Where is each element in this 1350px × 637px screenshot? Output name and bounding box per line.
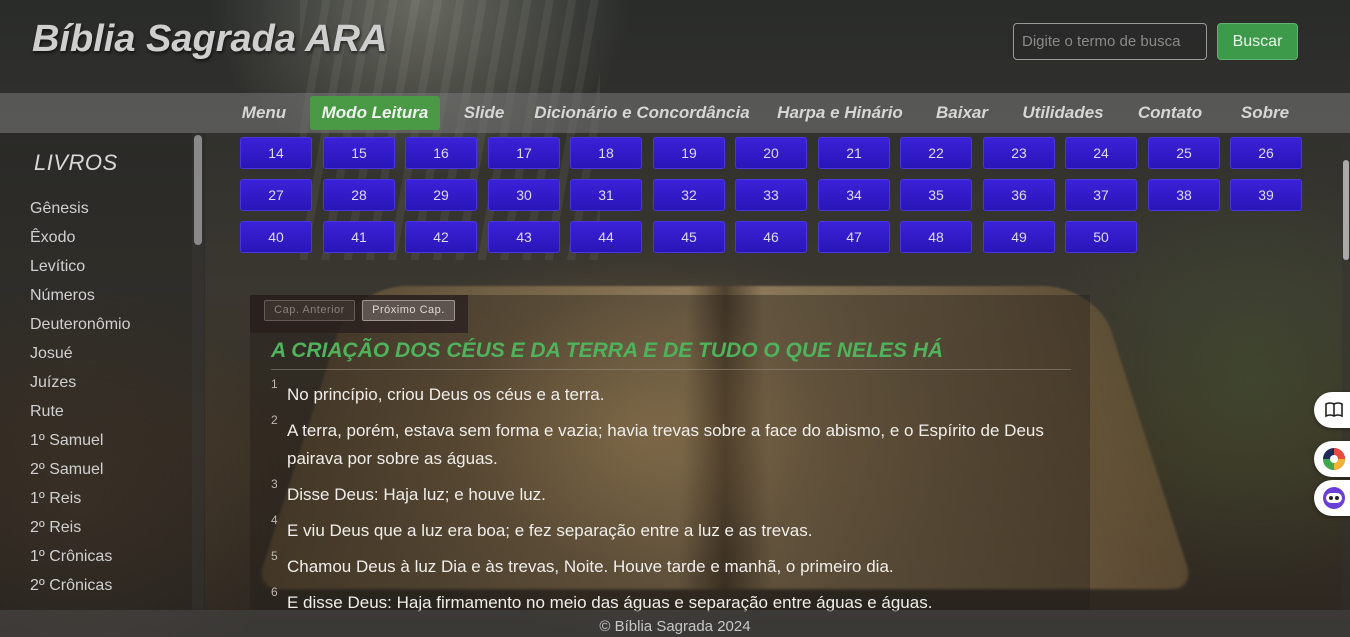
chapter-button[interactable]: 45 — [653, 221, 725, 253]
page-scrollbar-thumb[interactable] — [1343, 160, 1349, 260]
search-input[interactable] — [1013, 23, 1207, 60]
chapter-button[interactable]: 46 — [735, 221, 807, 253]
prev-chapter-button[interactable]: Cap. Anterior — [264, 300, 355, 321]
robot-face-icon — [1323, 487, 1345, 509]
chapter-button[interactable]: 21 — [818, 137, 890, 169]
chapter-button[interactable]: 37 — [1065, 179, 1137, 211]
book-item[interactable]: Rute — [30, 403, 131, 432]
verse: 1 No princípio, criou Deus os céus e a t… — [271, 377, 1061, 409]
section-heading: A CRIAÇÃO DOS CÉUS E DA TERRA E DE TUDO … — [271, 339, 1071, 370]
footer-text: © Bíblia Sagrada 2024 — [599, 618, 751, 635]
sidebar-title: LIVROS — [34, 150, 118, 175]
chapter-button[interactable]: 20 — [735, 137, 807, 169]
chapter-button[interactable]: 50 — [1065, 221, 1137, 253]
nav-dictionary[interactable]: Dicionário e Concordância — [532, 96, 752, 130]
assistant-widget[interactable] — [1314, 480, 1350, 516]
book-item[interactable]: Números — [30, 287, 131, 316]
chapter-button[interactable]: 26 — [1230, 137, 1302, 169]
chapter-button[interactable]: 35 — [900, 179, 972, 211]
verse-text: A terra, porém, estava sem forma e vazia… — [287, 421, 1044, 468]
verse-number: 6 — [271, 585, 278, 599]
chapter-button[interactable]: 17 — [488, 137, 560, 169]
chapter-button[interactable]: 29 — [405, 179, 477, 211]
book-item[interactable]: 2º Reis — [30, 519, 131, 548]
verse-number: 5 — [271, 549, 278, 563]
book-item[interactable]: Juízes — [30, 374, 131, 403]
main-nav: Menu Modo Leitura Slide Dicionário e Con… — [0, 93, 1350, 133]
chapter-button[interactable]: 47 — [818, 221, 890, 253]
chapter-button[interactable]: 30 — [488, 179, 560, 211]
verse-text: Chamou Deus à luz Dia e às trevas, Noite… — [287, 557, 894, 576]
color-palette-icon — [1323, 448, 1345, 470]
sidebar-scrollbar-thumb[interactable] — [194, 135, 202, 245]
verse-text: E viu Deus que a luz era boa; e fez sepa… — [287, 521, 813, 540]
chapter-button[interactable]: 18 — [570, 137, 642, 169]
chapter-button[interactable]: 25 — [1148, 137, 1220, 169]
book-item[interactable]: Deuteronômio — [30, 316, 131, 345]
books-sidebar: LIVROS Gênesis Êxodo Levítico Números De… — [0, 133, 205, 610]
nav-menu[interactable]: Menu — [232, 96, 296, 130]
verse-number: 1 — [271, 377, 278, 391]
verse: 5 Chamou Deus à luz Dia e às trevas, Noi… — [271, 549, 1061, 581]
chapter-button[interactable]: 48 — [900, 221, 972, 253]
chapter-button[interactable]: 16 — [405, 137, 477, 169]
chapter-button[interactable]: 33 — [735, 179, 807, 211]
chapter-button[interactable]: 42 — [405, 221, 477, 253]
book-item[interactable]: 2º Samuel — [30, 461, 131, 490]
book-item[interactable]: Josué — [30, 345, 131, 374]
verse-text: No princípio, criou Deus os céus e a ter… — [287, 385, 605, 404]
book-item[interactable]: 1º Samuel — [30, 432, 131, 461]
verse-number: 4 — [271, 513, 278, 527]
nav-slide[interactable]: Slide — [456, 96, 512, 130]
verse-text: Disse Deus: Haja luz; e houve luz. — [287, 485, 546, 504]
chapter-button[interactable]: 19 — [653, 137, 725, 169]
book-item[interactable]: Gênesis — [30, 200, 131, 229]
chapter-nav: Cap. Anterior Próximo Cap. — [250, 295, 468, 333]
chapter-button[interactable]: 31 — [570, 179, 642, 211]
nav-utilities[interactable]: Utilidades — [1016, 96, 1110, 130]
reader-widget[interactable] — [1314, 392, 1350, 428]
book-item[interactable]: 2º Crônicas — [30, 577, 131, 606]
next-chapter-button[interactable]: Próximo Cap. — [362, 300, 455, 321]
verse-number: 3 — [271, 477, 278, 491]
book-item[interactable]: 1º Crônicas — [30, 548, 131, 577]
chapter-button[interactable]: 27 — [240, 179, 312, 211]
chapter-button[interactable]: 39 — [1230, 179, 1302, 211]
book-icon — [1325, 402, 1343, 418]
chapter-button[interactable]: 28 — [323, 179, 395, 211]
book-item[interactable]: 1º Reis — [30, 490, 131, 519]
reading-panel: Cap. Anterior Próximo Cap. A CRIAÇÃO DOS… — [250, 295, 1090, 612]
chapter-button[interactable]: 40 — [240, 221, 312, 253]
nav-download[interactable]: Baixar — [928, 96, 996, 130]
chapter-button[interactable]: 43 — [488, 221, 560, 253]
theme-widget[interactable] — [1314, 441, 1350, 477]
chapter-button[interactable]: 38 — [1148, 179, 1220, 211]
chapter-button[interactable]: 49 — [983, 221, 1055, 253]
book-item[interactable]: Êxodo — [30, 229, 131, 258]
nav-contact[interactable]: Contato — [1130, 96, 1210, 130]
chapter-button[interactable]: 15 — [323, 137, 395, 169]
site-title[interactable]: Bíblia Sagrada ARA — [32, 18, 387, 61]
book-list: Gênesis Êxodo Levítico Números Deuteronô… — [30, 200, 131, 606]
page-footer: © Bíblia Sagrada 2024 — [0, 610, 1350, 637]
nav-reading-mode[interactable]: Modo Leitura — [310, 96, 440, 130]
chapter-button[interactable]: 41 — [323, 221, 395, 253]
verse-number: 2 — [271, 413, 278, 427]
chapter-button[interactable]: 36 — [983, 179, 1055, 211]
chapter-button[interactable]: 23 — [983, 137, 1055, 169]
chapter-button[interactable]: 22 — [900, 137, 972, 169]
search-button[interactable]: Buscar — [1217, 23, 1298, 60]
nav-hymnal[interactable]: Harpa e Hinário — [770, 96, 910, 130]
book-item[interactable]: Levítico — [30, 258, 131, 287]
verse: 3 Disse Deus: Haja luz; e houve luz. — [271, 477, 1061, 509]
chapter-button[interactable]: 24 — [1065, 137, 1137, 169]
verse: 2 A terra, porém, estava sem forma e vaz… — [271, 413, 1061, 473]
chapter-button[interactable]: 34 — [818, 179, 890, 211]
site-header: Bíblia Sagrada ARA Buscar — [0, 0, 1350, 93]
chapter-button[interactable]: 44 — [570, 221, 642, 253]
nav-about[interactable]: Sobre — [1232, 96, 1298, 130]
verse: 4 E viu Deus que a luz era boa; e fez se… — [271, 513, 1061, 545]
chapter-button[interactable]: 14 — [240, 137, 312, 169]
chapter-button[interactable]: 32 — [653, 179, 725, 211]
